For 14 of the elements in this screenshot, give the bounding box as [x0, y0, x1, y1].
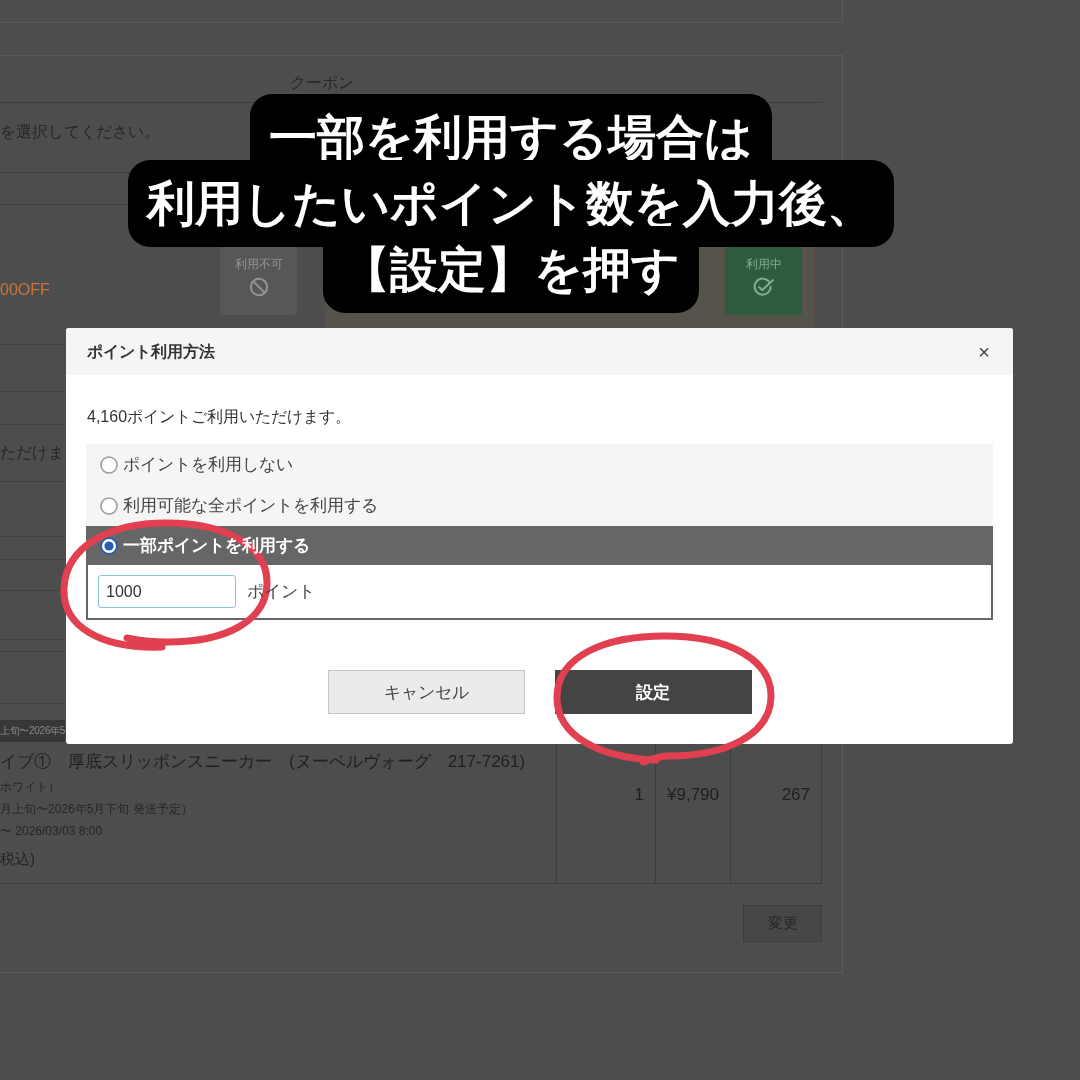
dialog-title: ポイント利用方法: [87, 341, 215, 362]
confirm-button[interactable]: 設定: [554, 670, 752, 714]
radio-icon[interactable]: [100, 455, 118, 474]
radio-icon[interactable]: [100, 536, 118, 555]
points-input[interactable]: 1000: [98, 575, 236, 608]
cancel-button[interactable]: キャンセル: [327, 670, 525, 714]
check-circle-icon: [752, 277, 775, 297]
radio-icon[interactable]: [100, 496, 118, 515]
radio-option[interactable]: 利用可能な全ポイントを利用する: [86, 485, 993, 526]
prohibited-icon: [248, 277, 269, 297]
available-points-text: 4,160ポイントご利用いただけます。: [87, 407, 352, 427]
discount-text: 00OFF: [0, 281, 50, 298]
radio-option[interactable]: ポイントを利用しない: [86, 444, 993, 485]
close-button[interactable]: ×: [978, 341, 990, 362]
